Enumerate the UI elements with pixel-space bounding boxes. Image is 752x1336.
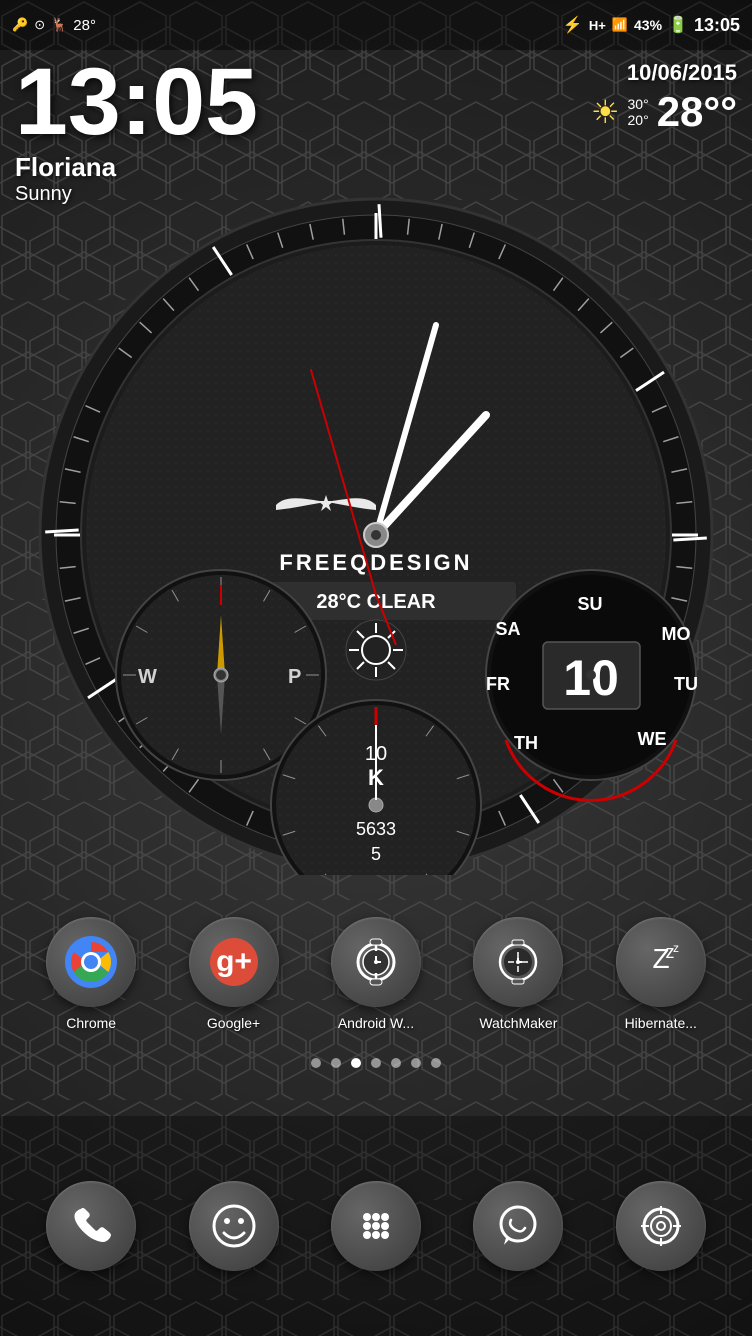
svg-text:SA: SA [495,619,520,639]
top-right-info: 10/06/2015 ☀ 30° 20° 28°° [591,60,737,133]
gplus-icon: g+ [208,936,260,988]
date-display: 10/06/2015 [591,60,737,86]
nav-apps-grid[interactable] [331,1181,421,1271]
gplus-label: Google+ [207,1015,260,1031]
status-right-icons: ⚡ H+ 📶 43% 🔋 13:05 [563,15,740,36]
temp-high: 30° [628,96,649,112]
location-info: Floriana Sunny [15,152,258,206]
app-dock: Chrome g+ Google+ Android [0,902,752,1046]
hibernate-icon: Z z z [635,936,687,988]
app-android-wear[interactable]: Android W... [331,917,421,1031]
analog-clock-container: FREEQDESIGN 28°C CLEAR W P [36,195,716,875]
whatsapp-icon [493,1201,543,1251]
watchmaker-icon-circle[interactable] [473,917,563,1007]
svg-text:TU: TU [674,674,698,694]
hibernate-icon-circle[interactable]: Z z z [616,917,706,1007]
analog-clock: FREEQDESIGN 28°C CLEAR W P [36,195,716,875]
nav-smiley[interactable] [189,1181,279,1271]
svg-text:g+: g+ [216,945,252,978]
page-dot-6[interactable] [411,1058,421,1068]
battery-percent: 43% [634,17,662,33]
svg-text:MO: MO [662,624,691,644]
sun-icon: ☀ [591,93,620,131]
status-bar: 🔑 ⊙ 🦌 28° ⚡ H+ 📶 43% 🔋 13:05 [0,0,752,50]
watchmaker-label: WatchMaker [479,1015,557,1031]
app-chrome[interactable]: Chrome [46,917,136,1031]
temp-status: 28° [73,17,96,34]
wear-icon-circle[interactable] [331,917,421,1007]
status-left-icons: 🔑 ⊙ 🦌 28° [12,17,96,34]
svg-text:WE: WE [638,729,667,749]
temp-low: 20° [628,112,649,128]
bottom-nav [0,1116,752,1336]
page-dot-4[interactable] [371,1058,381,1068]
page-dot-5[interactable] [391,1058,401,1068]
camera-icon [636,1201,686,1251]
watchmaker-icon [492,936,544,988]
svg-text:5: 5 [371,844,381,864]
nav-phone[interactable] [46,1181,136,1271]
animal-icon: 🦌 [51,17,67,33]
svg-text:z: z [673,941,679,955]
page-dot-7[interactable] [431,1058,441,1068]
svg-text:5633: 5633 [356,819,396,839]
svg-text:FREEQDESIGN: FREEQDESIGN [279,550,472,575]
weather-description: Sunny [15,183,258,206]
signal-icon: 📶 [612,17,628,33]
page-dot-2[interactable] [331,1058,341,1068]
location-name: Floriana [15,152,258,183]
nav-camera[interactable] [616,1181,706,1271]
main-time-display: 13:05 [15,55,258,150]
main-clock-area: 13:05 Floriana Sunny [15,55,258,206]
status-time: 13:05 [694,15,740,36]
crosshair-icon: ⊙ [34,17,45,33]
wear-icon [350,936,402,988]
svg-text:FR: FR [486,674,510,694]
gplus-icon-circle[interactable]: g+ [189,917,279,1007]
bluetooth-icon: ⚡ [563,15,583,35]
nav-whatsapp[interactable] [473,1181,563,1271]
svg-text:TH: TH [514,733,538,753]
svg-text:W: W [138,666,157,688]
app-hibernate[interactable]: Z z z Hibernate... [616,917,706,1031]
app-google-plus[interactable]: g+ Google+ [189,917,279,1031]
weather-right: ☀ 30° 20° 28°° [591,91,737,133]
app-watchmaker[interactable]: WatchMaker [473,917,563,1031]
chrome-icon [63,934,119,990]
temp-current: 28°° [657,91,737,133]
hibernate-label: Hibernate... [625,1015,697,1031]
page-dot-3[interactable] [351,1058,361,1068]
chrome-icon-circle[interactable] [46,917,136,1007]
battery-icon: 🔋 [668,15,688,35]
page-dot-1[interactable] [311,1058,321,1068]
key-icon: 🔑 [12,17,28,33]
svg-text:SU: SU [577,594,602,614]
wear-label: Android W... [338,1015,414,1031]
grid-icon [351,1201,401,1251]
phone-icon [66,1201,116,1251]
smiley-icon [209,1201,259,1251]
hp-icon: H+ [589,18,606,33]
temp-range: 30° 20° [628,96,649,128]
chrome-label: Chrome [66,1015,116,1031]
svg-text:P: P [288,666,301,688]
page-indicators [0,1058,752,1068]
